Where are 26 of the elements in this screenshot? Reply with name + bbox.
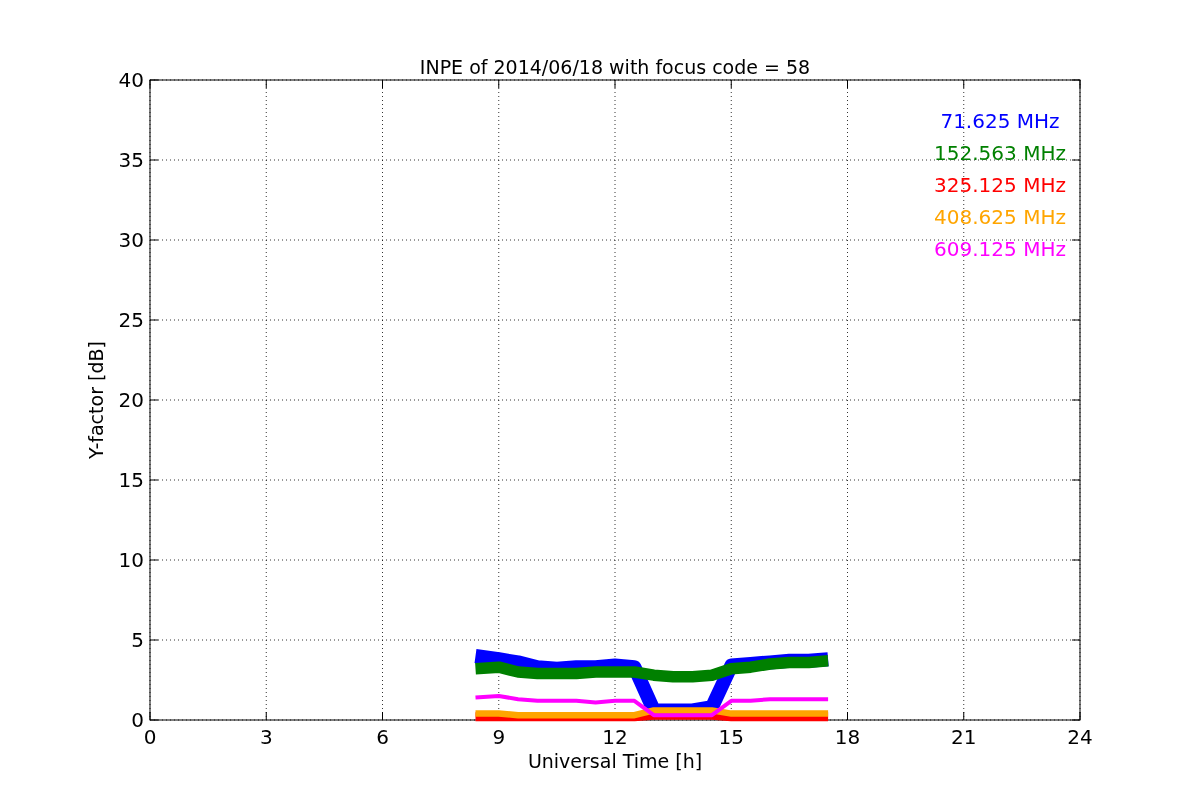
x-tick-label: 15	[718, 725, 744, 749]
x-tick-label: 12	[602, 725, 628, 749]
y-tick-label: 40	[118, 68, 144, 92]
y-tick-label: 15	[118, 468, 144, 492]
legend-label: 325.125 MHz	[934, 173, 1066, 197]
x-tick-label: 0	[143, 725, 157, 749]
legend-label: 408.625 MHz	[934, 205, 1066, 229]
x-axis-title: Universal Time [h]	[527, 750, 703, 772]
y-tick-label: 10	[118, 548, 144, 572]
x-tick-label: 9	[492, 725, 506, 749]
chart-title: INPE of 2014/06/18 with focus code = 58	[419, 56, 811, 78]
x-tick-label: 18	[834, 725, 861, 749]
y-axis-title: Y-factor [dB]	[85, 341, 107, 459]
x-tick-label: 6	[376, 725, 389, 749]
legend-label: 152.563 MHz	[934, 141, 1066, 165]
y-tick-label: 25	[118, 308, 144, 332]
y-tick-label: 35	[118, 148, 144, 172]
x-tick-label: 24	[1067, 725, 1093, 749]
legend-label: 609.125 MHz	[934, 237, 1066, 261]
y-tick-label: 0	[131, 708, 144, 732]
y-tick-label: 5	[131, 628, 144, 652]
y-tick-label: 30	[118, 228, 144, 252]
x-tick-label: 21	[951, 725, 977, 749]
legend-label: 71.625 MHz	[940, 109, 1060, 133]
x-tick-label: 3	[259, 725, 273, 749]
y-tick-label: 20	[118, 388, 144, 412]
